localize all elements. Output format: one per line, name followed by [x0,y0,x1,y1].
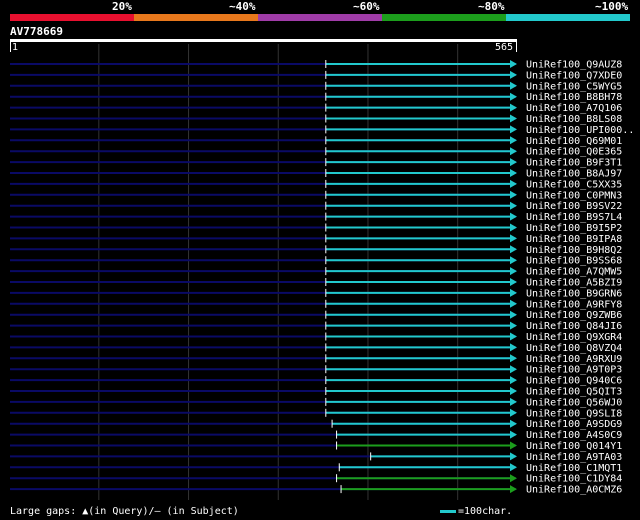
hit-name: UniRef100_A9RXU9 [526,354,622,365]
hit-name: UniRef100_A9T0P3 [526,365,622,376]
scale-label: =100char. [458,506,513,517]
hit-name: UniRef100_A9RFY8 [526,299,622,310]
hit-name: UniRef100_Q84JI6 [526,321,622,332]
hit-name: UniRef100_A0CMZ6 [526,485,622,496]
hit-name: UniRef100_B8LS08 [526,114,622,125]
hit-arrow-icon [510,343,517,352]
hit-name: UniRef100_A4S0C9 [526,430,622,441]
hit-arrow-icon [510,60,517,68]
hit-name: UniRef100_B9S7L4 [526,212,622,223]
hit-name: UniRef100_B9IPA8 [526,234,622,245]
scale-line-icon [440,509,456,513]
hit-name: UniRef100_B9SV22 [526,201,622,212]
hit-arrow-icon [510,147,517,156]
alignment-plot: UniRef100_Q9AUZ8UniRef100_Q7XDE0UniRef10… [10,44,634,500]
hit-arrow-icon [510,397,517,406]
hit-arrow-icon [510,452,517,461]
hit-arrow-icon [510,125,517,134]
hit-name: UniRef100_B9SS68 [526,256,622,267]
hit-name: UniRef100_Q014Y1 [526,441,622,452]
hit-name: UniRef100_C1MQT1 [526,463,622,474]
hit-arrow-icon [510,387,517,395]
hit-name: UniRef100_B9H8Q2 [526,245,622,256]
hit-name: UniRef100_Q5QIT3 [526,387,622,398]
hit-arrow-icon [510,365,517,374]
hit-name: UniRef100_Q69M01 [526,136,622,147]
hit-name: UniRef100_A9SDG9 [526,419,622,430]
scale-key: =100char. [440,506,512,518]
hit-name: UniRef100_Q8VZQ4 [526,343,622,354]
hit-arrow-icon [510,288,517,297]
hit-name: UniRef100_Q9ZWB6 [526,310,622,321]
hit-name: UniRef100_B9F3T1 [526,158,622,169]
hit-arrow-icon [510,179,517,188]
hit-name: UniRef100_A9TA03 [526,452,622,463]
hit-name: UniRef100_A5BZI9 [526,278,622,289]
hit-name: UniRef100_B8BH78 [526,92,622,103]
hit-name: UniRef100_B8AJ97 [526,169,622,180]
hit-arrow-icon [510,463,517,472]
hit-arrow-icon [510,485,517,494]
hit-arrow-icon [510,114,517,123]
hit-arrow-icon [510,92,517,101]
hit-arrow-icon [510,441,517,450]
hit-name: UniRef100_A7QMW5 [526,267,622,278]
hit-arrow-icon [510,430,517,439]
hit-arrow-icon [510,321,517,330]
hit-arrow-icon [510,376,517,385]
hit-arrow-icon [510,267,517,276]
hit-arrow-icon [510,81,517,90]
hit-name: UniRef100_Q940C6 [526,376,622,387]
hit-arrow-icon [510,158,517,167]
hit-name: UniRef100_C5XX35 [526,179,622,190]
hit-arrow-icon [510,169,517,177]
hit-name: UniRef100_Q0E365 [526,147,622,158]
hit-arrow-icon [510,234,517,243]
hit-name: UniRef100_C1DY84 [526,474,622,485]
hit-arrow-icon [510,245,517,254]
hit-arrow-icon [510,299,517,308]
hit-arrow-icon [510,419,517,428]
hit-arrow-icon [510,103,517,112]
hit-arrow-icon [510,332,517,341]
hit-name: UniRef100_Q9SLI8 [526,408,622,419]
hit-arrow-icon [510,223,517,232]
hit-name: UniRef100_C5WYG5 [526,81,622,92]
hit-arrow-icon [510,190,517,199]
hit-arrow-icon [510,278,517,286]
hit-name: UniRef100_Q9XGR4 [526,332,622,343]
hit-name: UniRef100_B9I5P2 [526,223,622,234]
hit-name: UniRef100_Q56WJ0 [526,397,622,408]
hit-name: UniRef100_Q7XDE0 [526,70,622,81]
hit-arrow-icon [510,310,517,319]
hit-name: UniRef100_Q9AUZ8 [526,60,622,71]
hit-arrow-icon [510,136,517,145]
hit-arrow-icon [510,201,517,210]
hit-arrow-icon [510,354,517,363]
hit-arrow-icon [510,212,517,221]
hit-arrow-icon [510,256,517,265]
hit-arrow-icon [510,474,517,483]
hit-name: UniRef100_C0PMN3 [526,190,622,201]
hit-arrow-icon [510,70,517,79]
hit-name: UniRef100_UPI000.. [526,125,634,136]
hit-name: UniRef100_A7Q106 [526,103,622,114]
hit-name: UniRef100_B9GRN6 [526,288,622,299]
gaps-legend: Large gaps: ▲(in Query)/— (in Subject) [10,506,239,517]
hit-arrow-icon [510,408,517,417]
